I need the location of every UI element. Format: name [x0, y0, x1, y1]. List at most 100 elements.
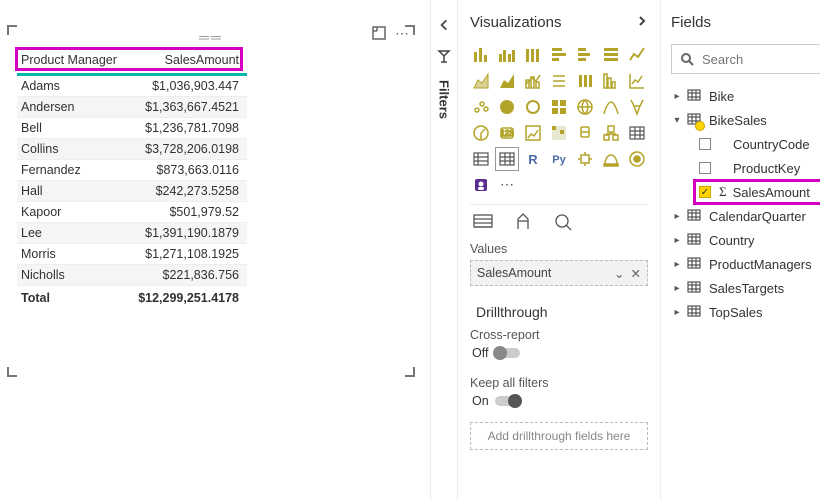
field-dropdown-icon[interactable]: ⌄	[614, 266, 624, 281]
column-header-product-manager[interactable]: Product Manager	[17, 47, 129, 75]
expand-filters-icon[interactable]	[437, 18, 451, 35]
viz-more[interactable]: ⋯	[496, 174, 518, 196]
format-tab-icon[interactable]	[512, 211, 534, 234]
cell-name: Collins	[17, 139, 129, 160]
field-label: CountryCode	[733, 137, 810, 152]
values-field-well[interactable]: SalesAmount ⌄ ✕	[470, 260, 648, 286]
viz-clustered-hbar[interactable]	[574, 44, 596, 66]
viz-combo[interactable]	[522, 70, 544, 92]
table-productmanagers[interactable]: ▸ProductManagers	[671, 252, 820, 276]
table-row[interactable]: Fernandez$873,663.0116	[17, 160, 247, 181]
keep-filters-toggle[interactable]: On	[472, 394, 521, 408]
viz-pie[interactable]	[496, 96, 518, 118]
report-canvas[interactable]: ══ ⋯ Product Manager SalesAmount Adams$1…	[0, 0, 430, 501]
table-bike[interactable]: ▸Bike	[671, 84, 820, 108]
viz-table-visual[interactable]	[496, 148, 518, 170]
cell-name: Adams	[17, 75, 129, 97]
viz-ribbon[interactable]	[548, 70, 570, 92]
field-checkbox[interactable]: ✓	[699, 186, 711, 198]
expand-icon[interactable]: ▸	[671, 259, 683, 270]
values-field-name: SalesAmount	[477, 266, 551, 280]
data-table: Product Manager SalesAmount Adams$1,036,…	[17, 47, 247, 310]
more-options-icon[interactable]: ⋯	[395, 25, 409, 44]
table-visual-frame[interactable]: ══ ⋯ Product Manager SalesAmount Adams$1…	[10, 28, 412, 374]
viz-bubble[interactable]	[470, 96, 492, 118]
field-checkbox[interactable]	[699, 138, 711, 150]
table-calendarquarter[interactable]: ▸CalendarQuarter	[671, 204, 820, 228]
viz-funnel[interactable]	[600, 70, 622, 92]
viz-python-visual[interactable]: Py	[548, 148, 570, 170]
fields-tab-icon[interactable]	[472, 211, 494, 234]
viz-key-influencers[interactable]	[574, 148, 596, 170]
drillthrough-drop-zone[interactable]: Add drillthrough fields here	[470, 422, 648, 450]
viz-100-hbar[interactable]	[600, 44, 622, 66]
viz-treemap[interactable]	[548, 96, 570, 118]
viz-table[interactable]	[626, 122, 648, 144]
viz-shape-map[interactable]	[626, 96, 648, 118]
sigma-icon: Σ	[719, 184, 727, 200]
viz-filled-map[interactable]	[600, 96, 622, 118]
filters-icon[interactable]	[437, 49, 451, 66]
table-row[interactable]: Adams$1,036,903.447	[17, 75, 247, 97]
viz-slicer[interactable]	[574, 122, 596, 144]
viz-donut[interactable]	[522, 96, 544, 118]
collapse-viz-icon[interactable]	[636, 14, 648, 31]
viz-card[interactable]: 123	[496, 122, 518, 144]
viz-stacked-bar[interactable]	[470, 44, 492, 66]
table-row[interactable]: Morris$1,271,108.1925	[17, 244, 247, 265]
resize-handle-tl[interactable]	[7, 25, 17, 35]
viz-kpi[interactable]	[522, 122, 544, 144]
expand-icon[interactable]: ▾	[671, 115, 683, 126]
viz-scatter[interactable]	[626, 70, 648, 92]
table-country[interactable]: ▸Country	[671, 228, 820, 252]
table-row[interactable]: Kapoor$501,979.52	[17, 202, 247, 223]
table-row[interactable]: Nicholls$221,836.756	[17, 265, 247, 286]
field-remove-icon[interactable]: ✕	[631, 266, 641, 281]
cell-name: Andersen	[17, 97, 129, 118]
expand-icon[interactable]: ▸	[671, 307, 683, 318]
viz-waterfall[interactable]	[574, 70, 596, 92]
fields-search[interactable]	[671, 44, 820, 74]
drag-handle-icon[interactable]: ══	[11, 29, 411, 43]
expand-icon[interactable]: ▸	[671, 235, 683, 246]
expand-icon[interactable]: ▸	[671, 283, 683, 294]
cross-report-toggle[interactable]: Off	[472, 346, 520, 360]
expand-icon[interactable]: ▸	[671, 91, 683, 102]
viz-area[interactable]	[470, 70, 492, 92]
viz-clustered-bar[interactable]	[496, 44, 518, 66]
expand-icon[interactable]: ▸	[671, 211, 683, 222]
viz-heatmap[interactable]	[548, 122, 570, 144]
field-productkey[interactable]: ProductKey	[671, 156, 820, 180]
viz-stacked-area[interactable]	[496, 70, 518, 92]
table-row[interactable]: Bell$1,236,781.7098	[17, 118, 247, 139]
table-topsales[interactable]: ▸TopSales	[671, 300, 820, 324]
viz-matrix[interactable]	[470, 148, 492, 170]
filters-collapsed-pane[interactable]: Filters	[430, 0, 458, 501]
field-salesamount[interactable]: ✓ΣSalesAmount	[671, 180, 820, 204]
table-bikesales[interactable]: ▾BikeSales	[671, 108, 820, 132]
column-header-salesamount[interactable]: SalesAmount	[129, 47, 247, 75]
viz-100-bar[interactable]	[522, 44, 544, 66]
viz-gauge[interactable]	[470, 122, 492, 144]
table-row[interactable]: Andersen$1,363,667.4521	[17, 97, 247, 118]
viz-line[interactable]	[626, 44, 648, 66]
focus-mode-icon[interactable]	[371, 25, 387, 44]
viz-q-and-a[interactable]	[626, 148, 648, 170]
field-countrycode[interactable]: CountryCode	[671, 132, 820, 156]
viz-decomposition[interactable]	[600, 122, 622, 144]
table-row[interactable]: Collins$3,728,206.0198	[17, 139, 247, 160]
resize-handle-br[interactable]	[405, 367, 415, 377]
viz-r-visual[interactable]: R	[522, 148, 544, 170]
table-salestargets[interactable]: ▸SalesTargets	[671, 276, 820, 300]
search-input[interactable]	[700, 51, 820, 68]
viz-map[interactable]	[574, 96, 596, 118]
analytics-tab-icon[interactable]	[552, 211, 574, 234]
viz-powerapps[interactable]	[470, 174, 492, 196]
table-row[interactable]: Hall$242,273.5258	[17, 181, 247, 202]
field-checkbox[interactable]	[699, 162, 711, 174]
viz-stacked-hbar[interactable]	[548, 44, 570, 66]
resize-handle-bl[interactable]	[7, 367, 17, 377]
table-row[interactable]: Lee$1,391,190.1879	[17, 223, 247, 244]
viz-arc[interactable]	[600, 148, 622, 170]
cell-value: $1,236,781.7098	[129, 118, 247, 139]
